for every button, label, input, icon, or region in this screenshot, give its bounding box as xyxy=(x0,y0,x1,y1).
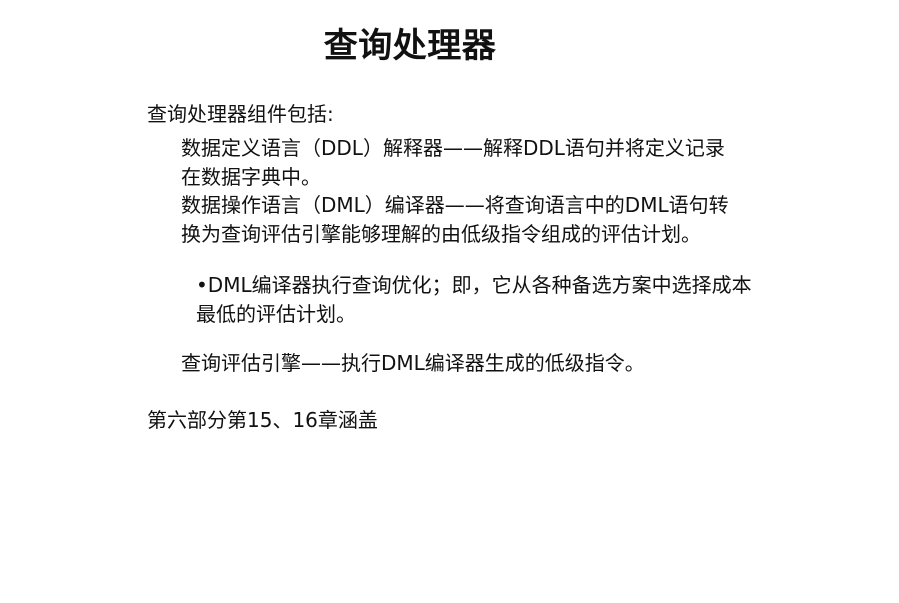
ddl-line-1: 数据定义语言（DDL）解释器——解释DDL语句并将定义记录 xyxy=(181,136,725,160)
dml-line-2: 换为查询评估引擎能够理解的由低级指令组成的评估计划。 xyxy=(181,222,701,246)
query-evaluation-engine-item: 查询评估引擎——执行DML编译器生成的低级指令。 xyxy=(181,351,645,375)
dml-compiler-item: 数据操作语言（DML）编译器——将查询语言中的DML语句转 换为查询评估引擎能够… xyxy=(181,191,729,249)
ddl-line-2: 在数据字典中。 xyxy=(181,165,321,189)
query-optimization-bullet: •DML编译器执行查询优化；即，它从各种备选方案中选择成本 最低的评估计划。 xyxy=(196,271,752,329)
intro-text: 查询处理器组件包括: xyxy=(147,102,334,126)
bullet-line-2: 最低的评估计划。 xyxy=(196,302,356,326)
slide-title: 查询处理器 xyxy=(323,26,497,66)
ddl-interpreter-item: 数据定义语言（DDL）解释器——解释DDL语句并将定义记录 在数据字典中。 xyxy=(181,134,725,192)
bullet-line-1: •DML编译器执行查询优化；即，它从各种备选方案中选择成本 xyxy=(196,273,752,297)
slide: 查询处理器 查询处理器组件包括: 数据定义语言（DDL）解释器——解释DDL语句… xyxy=(0,0,899,603)
footer-note: 第六部分第15、16章涵盖 xyxy=(147,408,378,432)
dml-line-1: 数据操作语言（DML）编译器——将查询语言中的DML语句转 xyxy=(181,193,729,217)
